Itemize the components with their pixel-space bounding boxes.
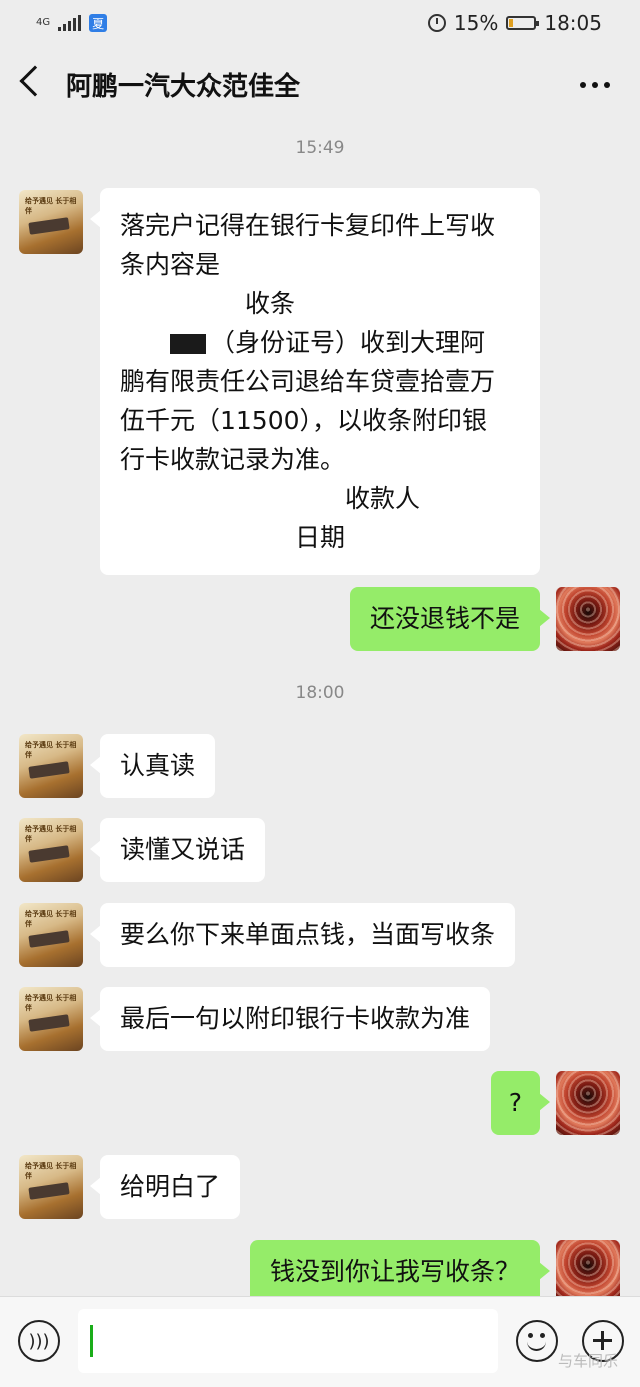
message-bubble-outgoing[interactable]: ? <box>490 1071 551 1135</box>
alarm-icon <box>427 14 446 32</box>
message-line-text: （身份证号）收到大理阿 <box>210 328 486 357</box>
my-avatar[interactable] <box>556 587 620 651</box>
chat-title: 阿鹏一汽大众范佳全 <box>66 72 301 102</box>
status-left: 4G 夏 <box>36 14 108 32</box>
message-line: 鹏有限责任公司退给车贷壹拾壹万 <box>120 367 496 396</box>
message-text: 钱没到你让我写收条？ <box>269 1257 520 1286</box>
message-line: 条内容是 <box>120 250 221 279</box>
message-text: 读懂又说话 <box>120 835 246 864</box>
message-bubble-incoming[interactable]: 最后一句以附印银行卡收款为准 <box>89 987 491 1051</box>
message-line: 伍千元（11500），以收条附印银 <box>120 406 488 435</box>
message-text: 还没退钱不是 <box>369 604 520 633</box>
timestamp: 18:00 <box>295 683 345 703</box>
message-bubble-incoming[interactable]: 落完户记得在银行卡复印件上写收 条内容是 收条 （身份证号）收到大理阿 鹏有限责… <box>90 188 540 575</box>
input-bar: ))) <box>0 1296 640 1387</box>
contact-avatar[interactable]: 给予遇见 长于相伴 <box>19 734 83 798</box>
message-line: 收条 <box>120 289 296 318</box>
network-label: 4G <box>36 17 51 28</box>
contact-avatar[interactable]: 给予遇见 长于相伴 <box>19 987 83 1051</box>
clock: 18:05 <box>544 11 602 35</box>
message-bubble-incoming[interactable]: 读懂又说话 <box>89 818 266 882</box>
contact-avatar[interactable]: 给予遇见 长于相伴 <box>19 903 83 967</box>
redacted-block <box>170 334 207 354</box>
more-options-icon[interactable] <box>580 82 610 88</box>
text-cursor <box>90 1325 93 1357</box>
back-arrow-icon[interactable] <box>19 65 51 97</box>
battery-percent: 15% <box>453 11 499 35</box>
status-right: 15% 18:05 <box>427 11 602 35</box>
contact-avatar[interactable]: 给予遇见 长于相伴 <box>19 190 83 254</box>
message-line: （身份证号）收到大理阿 <box>120 323 520 362</box>
app-notification-icon: 夏 <box>89 14 108 32</box>
message-bubble-outgoing[interactable]: 钱没到你让我写收条？ <box>249 1240 551 1304</box>
message-input[interactable] <box>78 1309 498 1373</box>
status-bar: 4G 夏 15% 18:05 <box>0 0 640 46</box>
voice-icon[interactable]: ))) <box>18 1320 60 1362</box>
message-text: 认真读 <box>120 751 196 780</box>
battery-fill <box>509 19 514 27</box>
signal-icon <box>58 15 82 31</box>
chat-header: 阿鹏一汽大众范佳全 <box>0 50 640 116</box>
message-line: 收款人 <box>120 484 421 513</box>
timestamp: 15:49 <box>295 138 345 158</box>
message-line: 日期 <box>120 523 346 552</box>
message-text: 给明白了 <box>120 1172 221 1201</box>
message-bubble-outgoing[interactable]: 还没退钱不是 <box>349 587 551 651</box>
my-avatar[interactable] <box>556 1240 620 1304</box>
message-bubble-incoming[interactable]: 给明白了 <box>89 1155 241 1219</box>
watermark: 与车同乐 <box>557 1352 618 1370</box>
message-text: 要么你下来单面点钱，当面写收条 <box>120 920 496 949</box>
message-text: 最后一句以附印银行卡收款为准 <box>120 1004 471 1033</box>
contact-avatar[interactable]: 给予遇见 长于相伴 <box>19 1155 83 1219</box>
contact-avatar[interactable]: 给予遇见 长于相伴 <box>19 818 83 882</box>
battery-icon <box>506 16 540 30</box>
message-bubble-incoming[interactable]: 要么你下来单面点钱，当面写收条 <box>89 903 516 967</box>
message-line: 落完户记得在银行卡复印件上写收 <box>120 211 496 240</box>
message-text: ? <box>508 1088 522 1117</box>
message-line: 行卡收款记录为准。 <box>120 445 346 474</box>
message-bubble-incoming[interactable]: 认真读 <box>89 734 216 798</box>
emoji-icon[interactable] <box>516 1320 558 1362</box>
my-avatar[interactable] <box>556 1071 620 1135</box>
